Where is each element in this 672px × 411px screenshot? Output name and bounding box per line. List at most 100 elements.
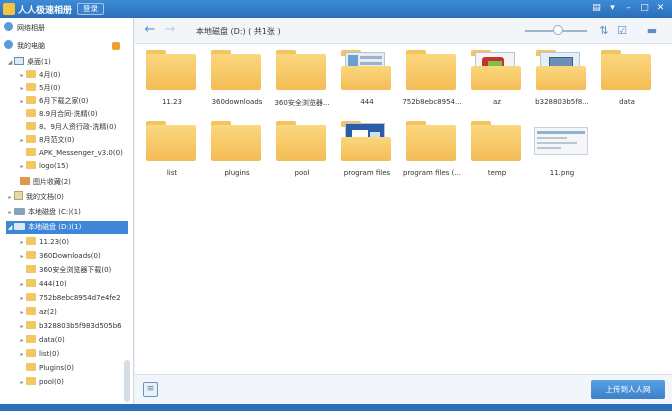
expand-arrow-icon[interactable]: ▸ [18,278,26,291]
expand-arrow-icon[interactable]: ▸ [18,250,26,263]
upload-to-renren-button[interactable]: 上传到人人网 [591,380,665,399]
folder-tile[interactable]: az [466,44,528,112]
folder-preview-icon [471,50,521,90]
folder-tile[interactable]: program files (... [401,115,463,183]
sidebar-scrollbar[interactable] [124,360,130,402]
tree-item[interactable]: ▸ list(0) [18,348,59,361]
folder-tile[interactable]: program files [336,115,398,183]
app-logo-icon [3,3,15,15]
image-thumbnail [534,127,588,155]
sidebar-section-web-album[interactable]: 网络相册 [4,22,45,35]
folder-icon [211,121,261,161]
tree-item-desktop[interactable]: ◢ 桌面(1) [6,56,51,69]
folder-tile[interactable]: list [141,115,203,183]
expand-arrow-icon[interactable]: ▸ [18,320,26,333]
folder-tile[interactable]: plugins [206,115,268,183]
expand-arrow-icon[interactable]: ▸ [18,160,26,173]
folder-tile[interactable]: 444 [336,44,398,112]
close-icon[interactable]: ✕ [654,2,667,15]
disk-icon [14,223,25,230]
folder-icon [26,135,36,143]
tree-item[interactable]: ▸ b328803b5f983d505b6 [18,320,122,333]
tree-item-favorites[interactable]: 图片收藏(2) [12,176,71,189]
folder-tile[interactable]: 360安全浏览器... [271,44,333,112]
folder-preview-icon [536,50,586,90]
folder-icon [601,50,651,90]
expand-arrow-icon[interactable]: ▸ [18,236,26,249]
expand-arrow-icon[interactable]: ▸ [6,206,14,219]
expand-arrow-icon[interactable]: ▸ [18,82,26,95]
tree-item[interactable]: APK_Messenger_v3.0(0) [18,147,123,160]
folder-icon [26,279,36,287]
tree-item[interactable]: ▸ 444(10) [18,278,67,291]
folder-icon [26,109,36,117]
current-path: 本地磁盘 (D:) ( 共1张 ) [196,27,281,36]
menu-icon[interactable]: ▤ [590,2,603,15]
expand-arrow-icon[interactable]: ▸ [18,376,26,389]
expand-arrow-icon[interactable]: ▸ [18,95,26,108]
login-button[interactable]: 登录 [77,3,104,15]
expand-arrow-icon[interactable]: ▸ [18,348,26,361]
select-icon[interactable]: ☑ [615,24,629,38]
sort-icon[interactable]: ⇅ [597,24,611,38]
expand-arrow-icon[interactable]: ▸ [18,134,26,147]
cloud-icon [4,22,13,31]
tree-item-drive-d[interactable]: ◢ 本地磁盘 (D:)(1) [6,221,128,234]
tree-item[interactable]: 360安全浏览器下载(0) [18,264,111,277]
tree-item[interactable]: ▸ data(0) [18,334,65,347]
expand-arrow-icon[interactable]: ▸ [18,306,26,319]
expand-arrow-icon[interactable]: ▸ [18,69,26,82]
folder-icon [26,363,36,371]
folder-tile[interactable]: b328803b5f8... [531,44,593,112]
image-tile[interactable]: 11.png [531,115,593,183]
folder-tile[interactable]: data [596,44,658,112]
tree-item[interactable]: ▸ az(2) [18,306,57,319]
tree-item[interactable]: 8.9月合同-洗精(0) [18,108,98,121]
tree-item[interactable]: ▸ 4月(0) [18,69,60,82]
tree-item-my-documents[interactable]: ▸ 我的文档(0) [6,191,64,204]
expand-arrow-icon[interactable]: ▸ [18,292,26,305]
tree-item[interactable]: 8、9月人资行政-洗精(0) [18,121,116,134]
folder-preview-icon [341,121,391,161]
maximize-icon[interactable]: □ [638,2,651,15]
tree-item[interactable]: ▸ 11.23(0) [18,236,69,249]
list-view-icon[interactable]: ≡ [143,382,158,397]
trash-icon[interactable]: ▬ [645,24,659,38]
folder-tile[interactable]: 11.23 [141,44,203,112]
sidebar: 网络相册 我的电脑 ◢ 桌面(1) ▸ 4月(0) ▸ 5月(0) ▸ 6月下载之家(0… [0,18,134,404]
footer-bar: ≡ 上传到人人网 [135,374,672,404]
folder-icon [26,122,36,130]
folder-badge-icon [112,42,120,50]
tree-item[interactable]: Plugins(0) [18,362,74,375]
tree-item[interactable]: ▸ 6月下载之家(0) [18,95,88,108]
tree-item[interactable]: ▸ 360Downloads(0) [18,250,101,263]
folder-tile[interactable]: 360downloads [206,44,268,112]
collapse-arrow-icon[interactable]: ◢ [6,56,14,69]
zoom-slider-knob[interactable] [553,25,563,35]
tree-item-drive-c[interactable]: ▸ 本地磁盘 (C:)(1) [6,206,81,219]
folder-tile[interactable]: pool [271,115,333,183]
folder-tile[interactable]: 752b8ebc8954... [401,44,463,112]
folder-icon [26,161,36,169]
tree-item[interactable]: ▸ logo(15) [18,160,68,173]
forward-button[interactable]: → [163,23,177,37]
tree-item[interactable]: ▸ 5月(0) [18,82,60,95]
folder-icon [26,96,36,104]
tree-item[interactable]: ▸ 8月范文(0) [18,134,74,147]
collapse-arrow-icon[interactable]: ◢ [6,221,14,234]
folder-icon [26,83,36,91]
folder-icon [471,121,521,161]
toolbar: ← → 本地磁盘 (D:) ( 共1张 ) ⇅ ☑ ▬ [135,18,672,44]
folder-icon [26,237,36,245]
tree-item[interactable]: ▸ 752b8ebc8954d7e4fe2 [18,292,121,305]
folder-icon [146,50,196,90]
expand-arrow-icon[interactable]: ▸ [18,334,26,347]
sidebar-section-my-computer[interactable]: 我的电脑 [4,40,133,53]
picture-collection-icon [20,177,30,185]
tree-item[interactable]: ▸ pool(0) [18,376,64,389]
skin-icon[interactable]: ▾ [606,2,619,15]
back-button[interactable]: ← [143,23,157,37]
folder-tile[interactable]: temp [466,115,528,183]
expand-arrow-icon[interactable]: ▸ [6,191,14,204]
minimize-icon[interactable]: – [622,2,635,15]
